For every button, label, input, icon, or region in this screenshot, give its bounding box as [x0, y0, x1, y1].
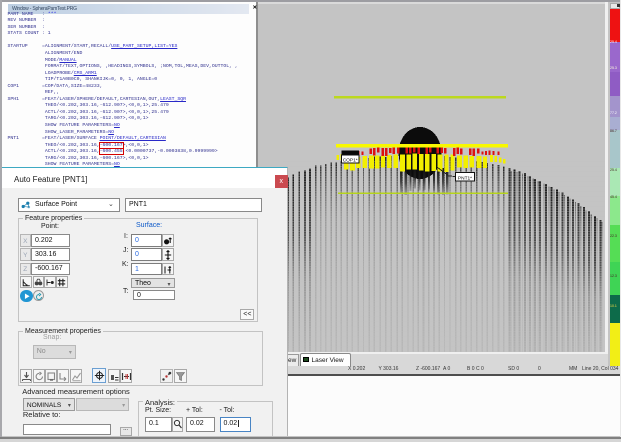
- svg-text:COP1*: COP1*: [343, 158, 358, 164]
- svg-text:PNT1*: PNT1*: [458, 175, 472, 181]
